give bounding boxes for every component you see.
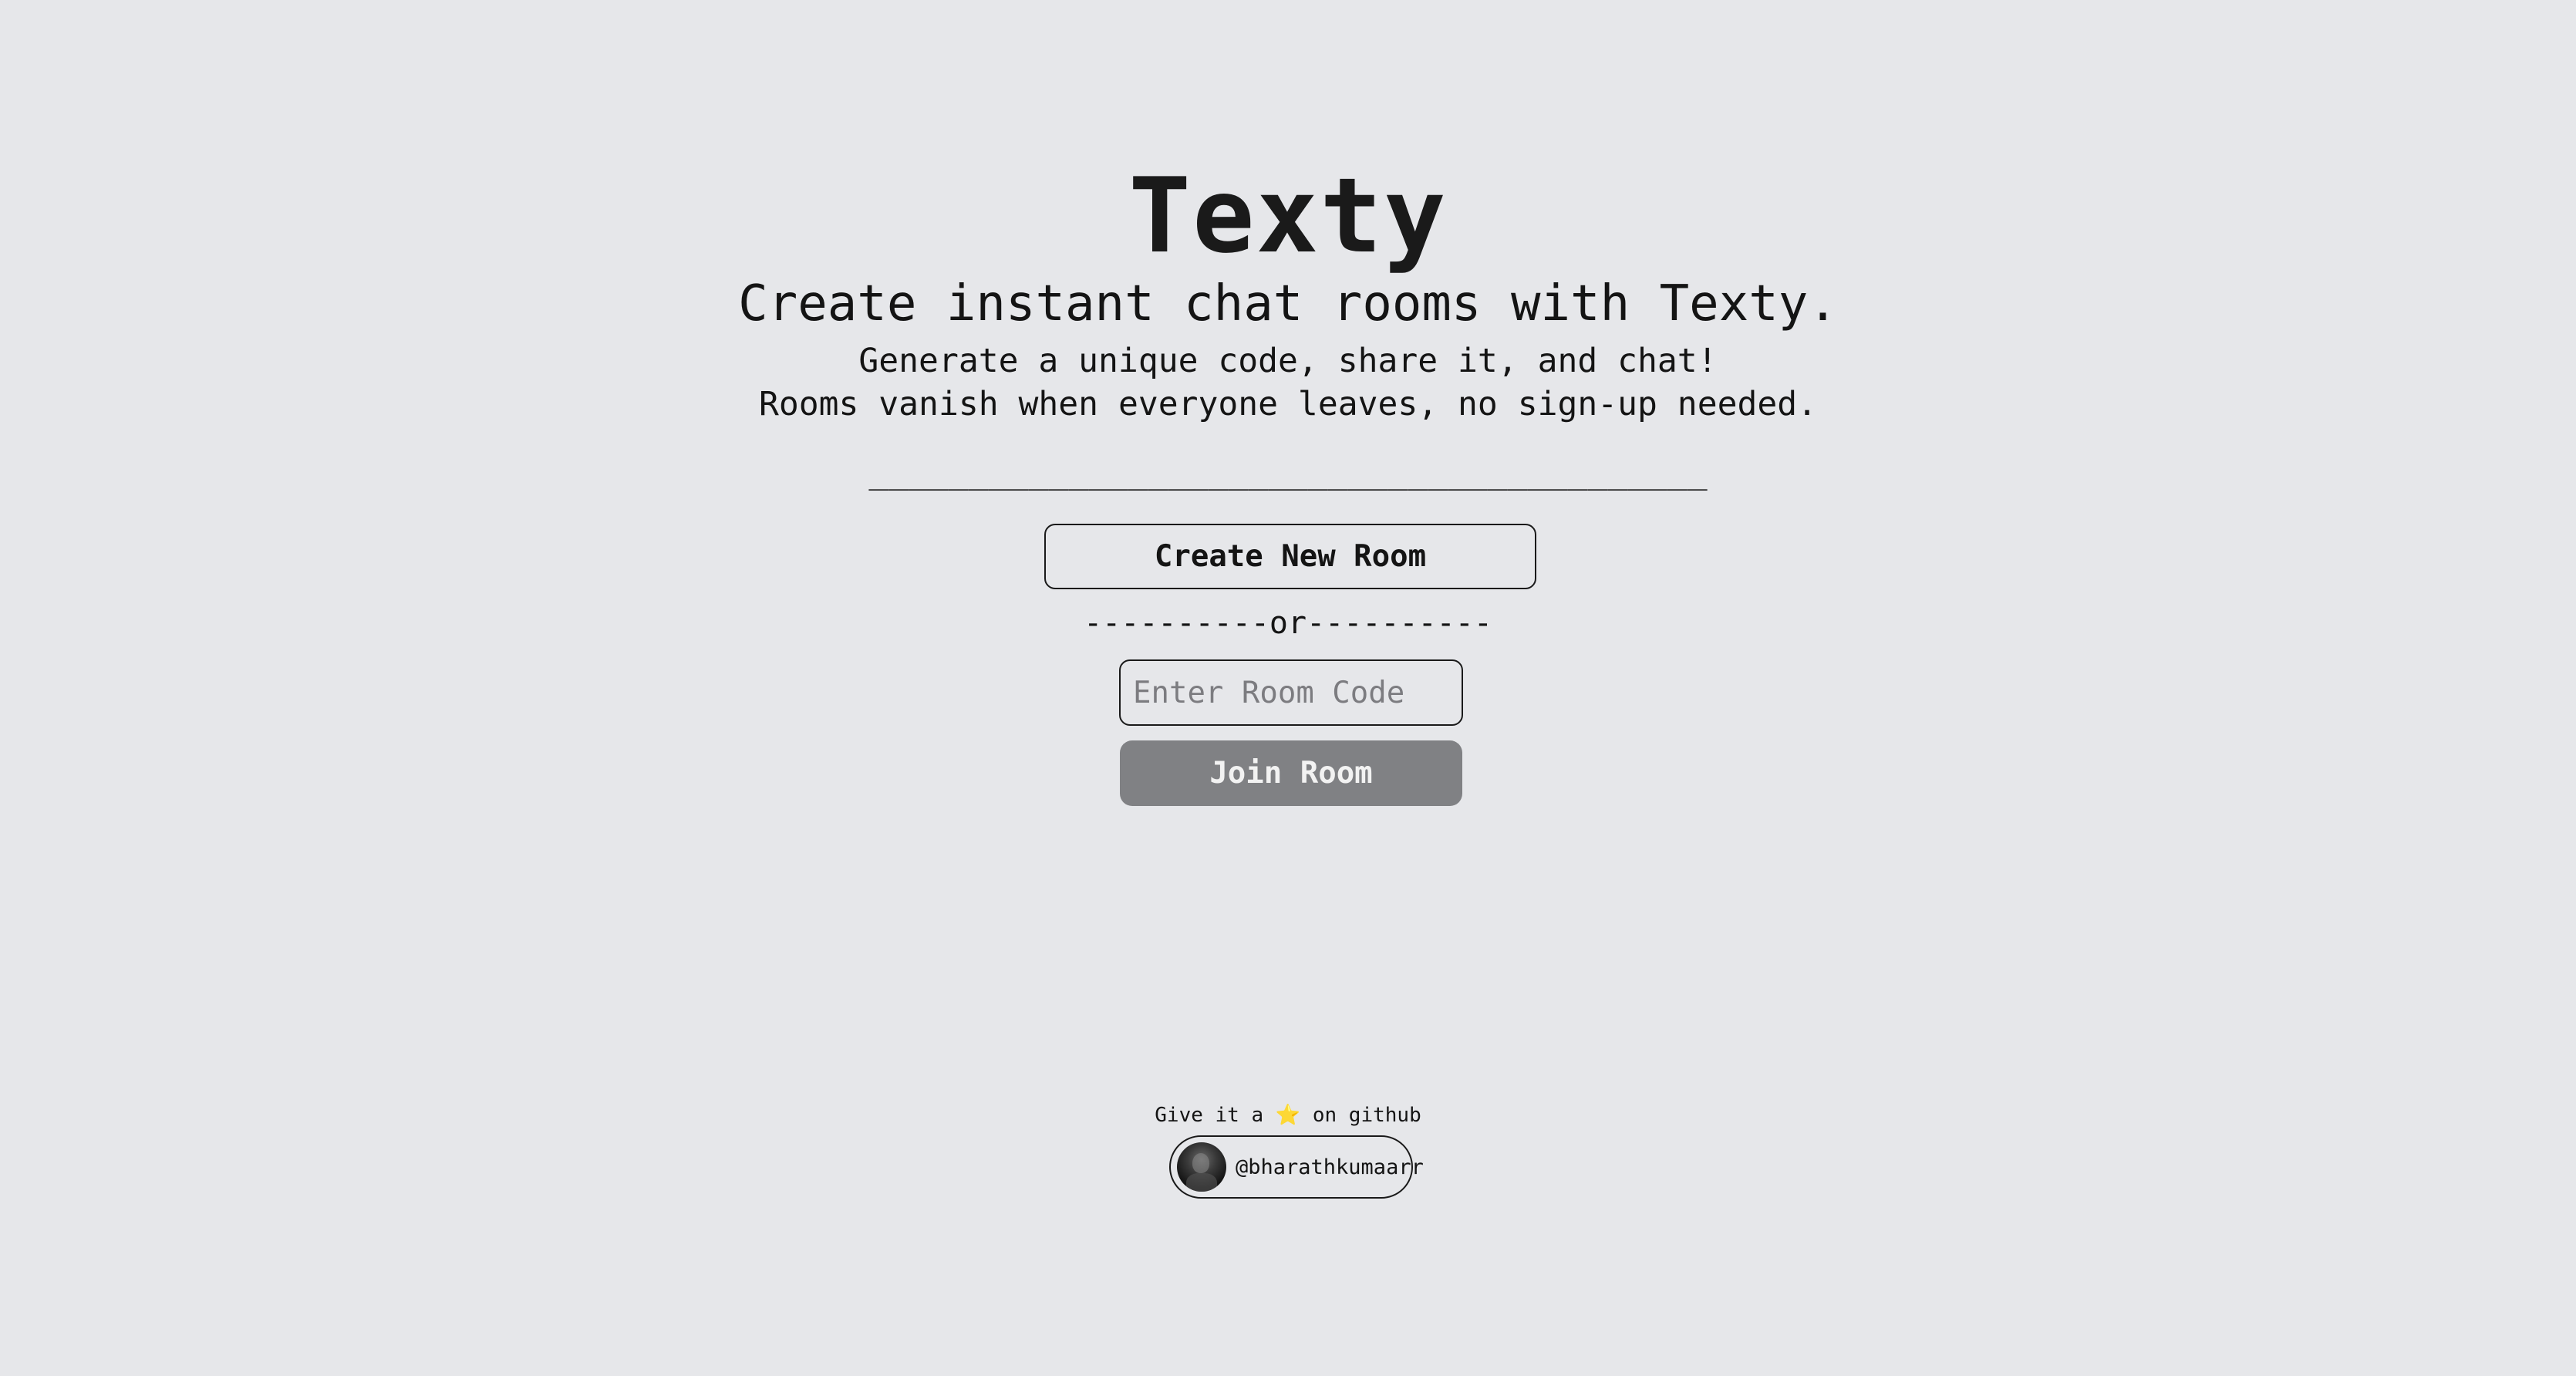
github-profile-link[interactable]: @bharathkumaarr — [1169, 1135, 1424, 1199]
section-divider: ________________________________________… — [868, 453, 1708, 491]
star-prompt-prefix: Give it a — [1155, 1104, 1264, 1127]
star-icon: ⭐ — [1275, 1104, 1301, 1127]
tagline: Create instant chat rooms with Texty. — [738, 275, 1838, 332]
or-separator: ----------or---------- — [1084, 605, 1492, 641]
description-line-1: Generate a unique code, share it, and ch… — [858, 342, 1718, 380]
description: Generate a unique code, share it, and ch… — [0, 339, 2576, 426]
join-room-button[interactable]: Join Room — [1120, 740, 1462, 806]
star-prompt-suffix: on github — [1312, 1104, 1421, 1127]
description-line-2: Rooms vanish when everyone leaves, no si… — [758, 385, 1818, 423]
room-code-input[interactable] — [1119, 659, 1463, 726]
app-title: Texty — [1128, 156, 1448, 276]
landing-page: Texty Create instant chat rooms with Tex… — [0, 0, 2576, 1376]
avatar — [1177, 1142, 1226, 1192]
github-star-prompt: Give it a ⭐ on github — [0, 1101, 2576, 1129]
create-room-button[interactable]: Create New Room — [1044, 524, 1536, 589]
github-handle: @bharathkumaarr — [1236, 1155, 1424, 1179]
